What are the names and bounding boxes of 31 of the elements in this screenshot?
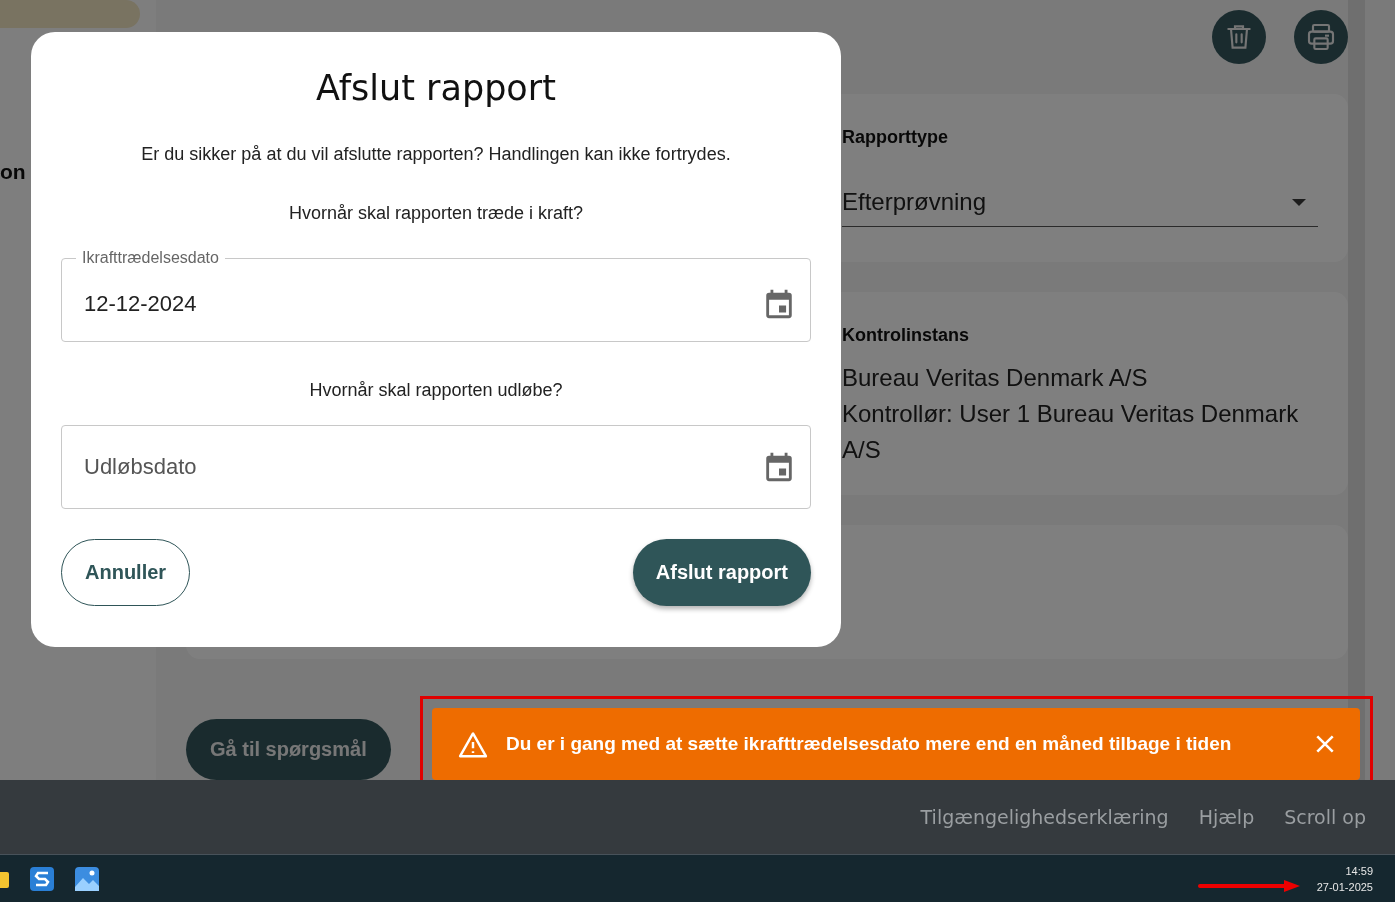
clock-date: 27-01-2025 xyxy=(1316,879,1373,895)
cancel-button[interactable]: Annuller xyxy=(61,539,191,606)
photos-icon xyxy=(75,866,99,891)
toast-message: Du er i gang med at sætte ikrafttrædelsesdato mere end en måned tilbage i tiden xyxy=(506,733,1233,755)
app-s-icon xyxy=(30,866,54,891)
question-text: Hvornår skal rapporten udløbe? xyxy=(308,380,564,401)
select-field[interactable]: Efterprøvning xyxy=(842,188,1318,227)
warning-icon xyxy=(458,730,488,758)
delete-button[interactable] xyxy=(1212,10,1266,64)
footer-link[interactable]: Hjælp xyxy=(1198,806,1255,828)
clock-time: 14:59 xyxy=(1344,863,1373,879)
footer-link[interactable]: Scroll op xyxy=(1284,806,1366,828)
field-label: Rapporttype xyxy=(842,127,949,148)
dialog-title: Afslut rapport xyxy=(315,68,557,108)
footer-link[interactable]: Tilgængelighedserklæring xyxy=(920,806,1169,828)
close-icon xyxy=(1316,735,1334,753)
text-line: Kontrollør: User 1 Bureau Veritas Denmark A/S xyxy=(842,398,1300,465)
dropdown-caret-icon xyxy=(1292,198,1306,206)
text-line: Bureau Veritas Denmark A/S xyxy=(842,362,1149,393)
date-field[interactable]: Ikrafttrædelsesdato 12-12-2024 xyxy=(61,249,811,342)
field-label: Kontrolinstans xyxy=(842,324,970,346)
print-button[interactable] xyxy=(1294,10,1348,64)
date-input[interactable]: Udløbsdato xyxy=(82,453,762,481)
date-field[interactable]: Udløbsdato xyxy=(61,425,811,509)
next-button[interactable]: Gå til spørgsmål xyxy=(186,718,391,780)
printer-icon xyxy=(1305,21,1337,53)
question-text: Hvornår skal rapporten træde i kraft? xyxy=(287,203,585,224)
confirm-button[interactable]: Afslut rapport xyxy=(632,539,811,606)
dialog-message: Er du sikker på at du vil afslutte rapporten? Handlingen kan ikke fortrydes. xyxy=(140,144,732,165)
field-label: Ikrafttrædelsesdato xyxy=(81,249,220,267)
date-input[interactable]: 12-12-2024 xyxy=(82,290,762,318)
